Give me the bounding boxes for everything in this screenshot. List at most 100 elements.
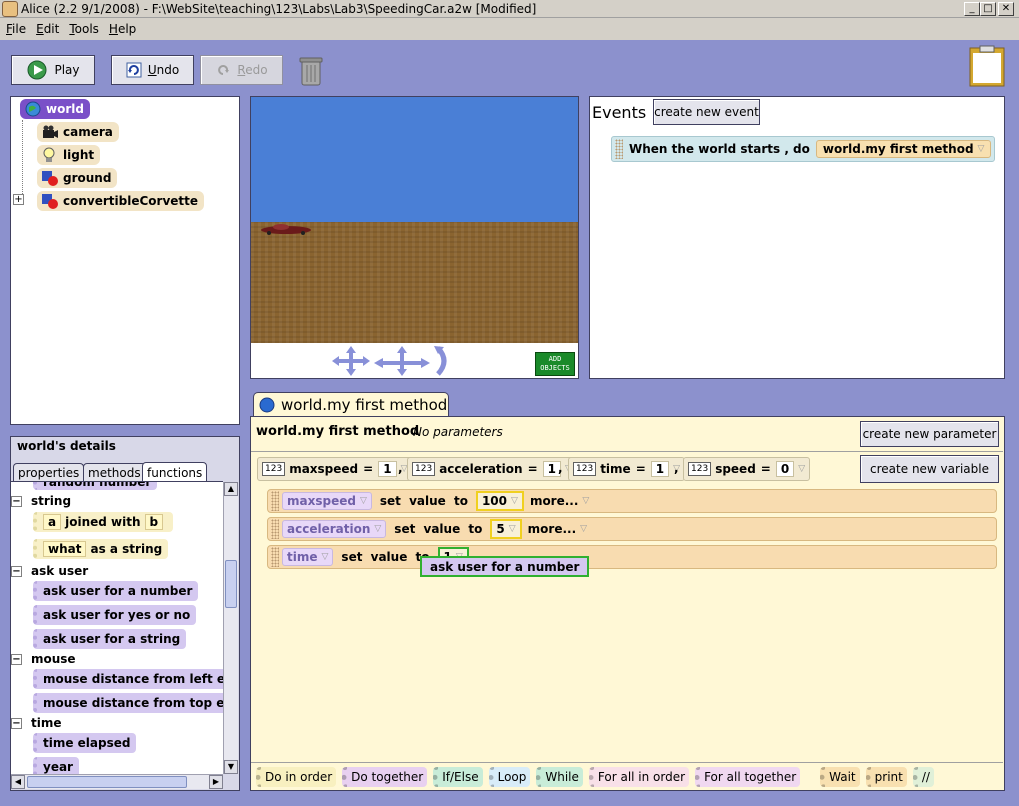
variable-speed[interactable]: 123 speed = 0 ▽ bbox=[683, 457, 811, 481]
scene-sky[interactable] bbox=[251, 97, 578, 222]
car-model[interactable] bbox=[259, 222, 313, 236]
drag-handle[interactable] bbox=[615, 139, 623, 159]
statement-variable-dropdown[interactable]: maxspeed ▽ bbox=[282, 492, 372, 510]
trash-icon[interactable] bbox=[299, 55, 323, 87]
function-tile-as-a-string[interactable]: what as a string bbox=[33, 539, 169, 559]
more-dropdown[interactable]: more... bbox=[530, 494, 578, 508]
event-when-world-starts[interactable]: When the world starts , do world.my firs… bbox=[611, 136, 995, 162]
redo-button[interactable]: Redo bbox=[200, 55, 283, 85]
add-objects-button[interactable]: ADD OBJECTS bbox=[535, 352, 575, 376]
tree-item-world[interactable]: world bbox=[20, 99, 90, 119]
dropdown-arrow-icon[interactable]: ▽ bbox=[798, 464, 805, 474]
control-tile-if-else[interactable]: If/Else bbox=[433, 767, 483, 787]
variable-value[interactable]: 0 bbox=[775, 461, 795, 477]
control-tile-wait[interactable]: Wait bbox=[820, 767, 860, 787]
menu-edit[interactable]: Edit bbox=[36, 22, 59, 36]
play-button[interactable]: Play bbox=[11, 55, 95, 85]
scroll-left-icon[interactable]: ◀ bbox=[11, 775, 25, 789]
category-string[interactable]: − string bbox=[11, 492, 71, 510]
variable-acceleration[interactable]: 123 acceleration = 1 ▽ bbox=[407, 457, 577, 481]
functions-hscrollbar[interactable]: ◀ ▶ bbox=[11, 774, 223, 789]
control-tile-do-together[interactable]: Do together bbox=[342, 767, 428, 787]
tree-item-camera[interactable]: camera bbox=[37, 122, 119, 142]
control-tile-do-in-order[interactable]: Do in order bbox=[256, 767, 337, 787]
hscroll-thumb[interactable] bbox=[27, 776, 187, 788]
control-tile-for-all-in-order[interactable]: For all in order bbox=[588, 767, 690, 787]
variable-value[interactable]: 1 bbox=[378, 461, 397, 477]
pan-arrows-icon[interactable] bbox=[373, 345, 431, 377]
control-tile-comment[interactable]: // bbox=[912, 767, 934, 787]
create-new-variable-button[interactable]: create new variable bbox=[860, 455, 999, 483]
menu-tools[interactable]: Tools bbox=[69, 22, 99, 36]
function-tile-ask-string[interactable]: ask user for a string bbox=[33, 629, 187, 649]
tree-expander[interactable]: + bbox=[13, 194, 24, 205]
control-tile-loop[interactable]: Loop bbox=[488, 767, 531, 787]
collapse-icon[interactable]: − bbox=[11, 717, 22, 729]
create-new-parameter-button[interactable]: create new parameter bbox=[860, 421, 999, 447]
collapse-icon[interactable]: − bbox=[11, 565, 22, 577]
category-ask-user[interactable]: − ask user bbox=[11, 562, 88, 580]
maximize-button[interactable]: □ bbox=[980, 2, 996, 16]
menu-file[interactable]: File bbox=[6, 22, 26, 36]
menu-help[interactable]: Help bbox=[109, 22, 136, 36]
create-new-event-button[interactable]: create new event bbox=[653, 99, 760, 125]
function-tile-ask-yes-no[interactable]: ask user for yes or no bbox=[33, 605, 197, 625]
control-tile-while[interactable]: While bbox=[536, 767, 583, 787]
control-tile-print[interactable]: print bbox=[865, 767, 907, 787]
more-dropdown[interactable]: more... bbox=[528, 522, 576, 536]
variable-time[interactable]: 123 time = 1 ▽ bbox=[568, 457, 686, 481]
scene-ground[interactable] bbox=[251, 222, 578, 343]
function-tile-year[interactable]: year bbox=[33, 757, 79, 774]
statement-value[interactable]: 5 ▽ bbox=[490, 519, 522, 539]
rotate-icon[interactable] bbox=[432, 345, 454, 377]
drag-handle[interactable] bbox=[271, 547, 279, 567]
scroll-down-icon[interactable]: ▼ bbox=[224, 760, 238, 774]
tab-functions[interactable]: functions bbox=[142, 462, 208, 482]
minimize-button[interactable]: _ bbox=[964, 2, 980, 16]
control-tile-for-all-together[interactable]: For all together bbox=[695, 767, 801, 787]
clipboard-icon[interactable] bbox=[969, 45, 1005, 87]
functions-scrollbar[interactable]: ▲ ▼ bbox=[223, 482, 238, 774]
tree-item-ground[interactable]: ground bbox=[37, 168, 118, 188]
category-mouse[interactable]: − mouse bbox=[11, 650, 76, 668]
move-arrows-icon[interactable] bbox=[331, 345, 371, 377]
scroll-up-icon[interactable]: ▲ bbox=[224, 482, 238, 496]
statement-variable-dropdown[interactable]: acceleration ▽ bbox=[282, 520, 387, 538]
tab-properties[interactable]: properties bbox=[13, 463, 85, 481]
collapse-icon[interactable]: − bbox=[11, 495, 22, 507]
event-label: When the world starts , do bbox=[629, 142, 810, 156]
undo-button[interactable]: Undo bbox=[111, 55, 194, 85]
statement-value[interactable]: 100 ▽ bbox=[475, 491, 524, 511]
dropdown-arrow-icon[interactable]: ▽ bbox=[580, 524, 587, 534]
function-tile-random-number[interactable]: random number bbox=[33, 482, 158, 490]
drag-handle[interactable] bbox=[271, 491, 279, 511]
statement-acceleration[interactable]: acceleration ▽ set value to 5 ▽ more... ▽ bbox=[267, 517, 997, 541]
dropdown-arrow-icon[interactable]: ▽ bbox=[582, 496, 589, 506]
dropdown-arrow-icon: ▽ bbox=[508, 524, 516, 534]
collapse-icon[interactable]: − bbox=[11, 653, 22, 665]
function-tile-mouse-top[interactable]: mouse distance from top edge bbox=[33, 693, 223, 713]
variable-value[interactable]: 1 bbox=[650, 461, 670, 477]
event-method-dropdown[interactable]: world.my first method ▽ bbox=[815, 140, 992, 158]
function-tile-time-elapsed[interactable]: time elapsed bbox=[33, 733, 137, 753]
drag-handle[interactable] bbox=[271, 519, 279, 539]
tab-methods[interactable]: methods bbox=[83, 463, 146, 481]
close-button[interactable]: ✕ bbox=[998, 2, 1014, 16]
category-time[interactable]: − time bbox=[11, 714, 62, 732]
statement-maxspeed[interactable]: maxspeed ▽ set value to 100 ▽ more... ▽ bbox=[267, 489, 997, 513]
editor-tab[interactable]: world.my first method bbox=[253, 392, 449, 417]
details-title: world's details bbox=[17, 439, 116, 453]
globe-icon bbox=[25, 101, 41, 117]
statement-variable-dropdown[interactable]: time ▽ bbox=[282, 548, 334, 566]
function-tile-ask-number[interactable]: ask user for a number bbox=[33, 581, 199, 601]
variable-maxspeed[interactable]: 123 maxspeed = 1 ▽ bbox=[257, 457, 413, 481]
separator: , bbox=[398, 461, 403, 475]
globe-icon bbox=[259, 397, 275, 413]
scroll-right-icon[interactable]: ▶ bbox=[209, 775, 223, 789]
tree-item-light[interactable]: light bbox=[37, 145, 101, 165]
statement-time[interactable]: time▽ set value to 1▽ bbox=[267, 545, 997, 569]
tree-item-convertiblecorvette[interactable]: convertibleCorvette bbox=[37, 191, 205, 211]
scroll-thumb[interactable] bbox=[225, 560, 237, 608]
function-tile-mouse-left[interactable]: mouse distance from left edge bbox=[33, 669, 223, 689]
function-tile-joined-with[interactable]: a joined with b bbox=[33, 512, 174, 532]
